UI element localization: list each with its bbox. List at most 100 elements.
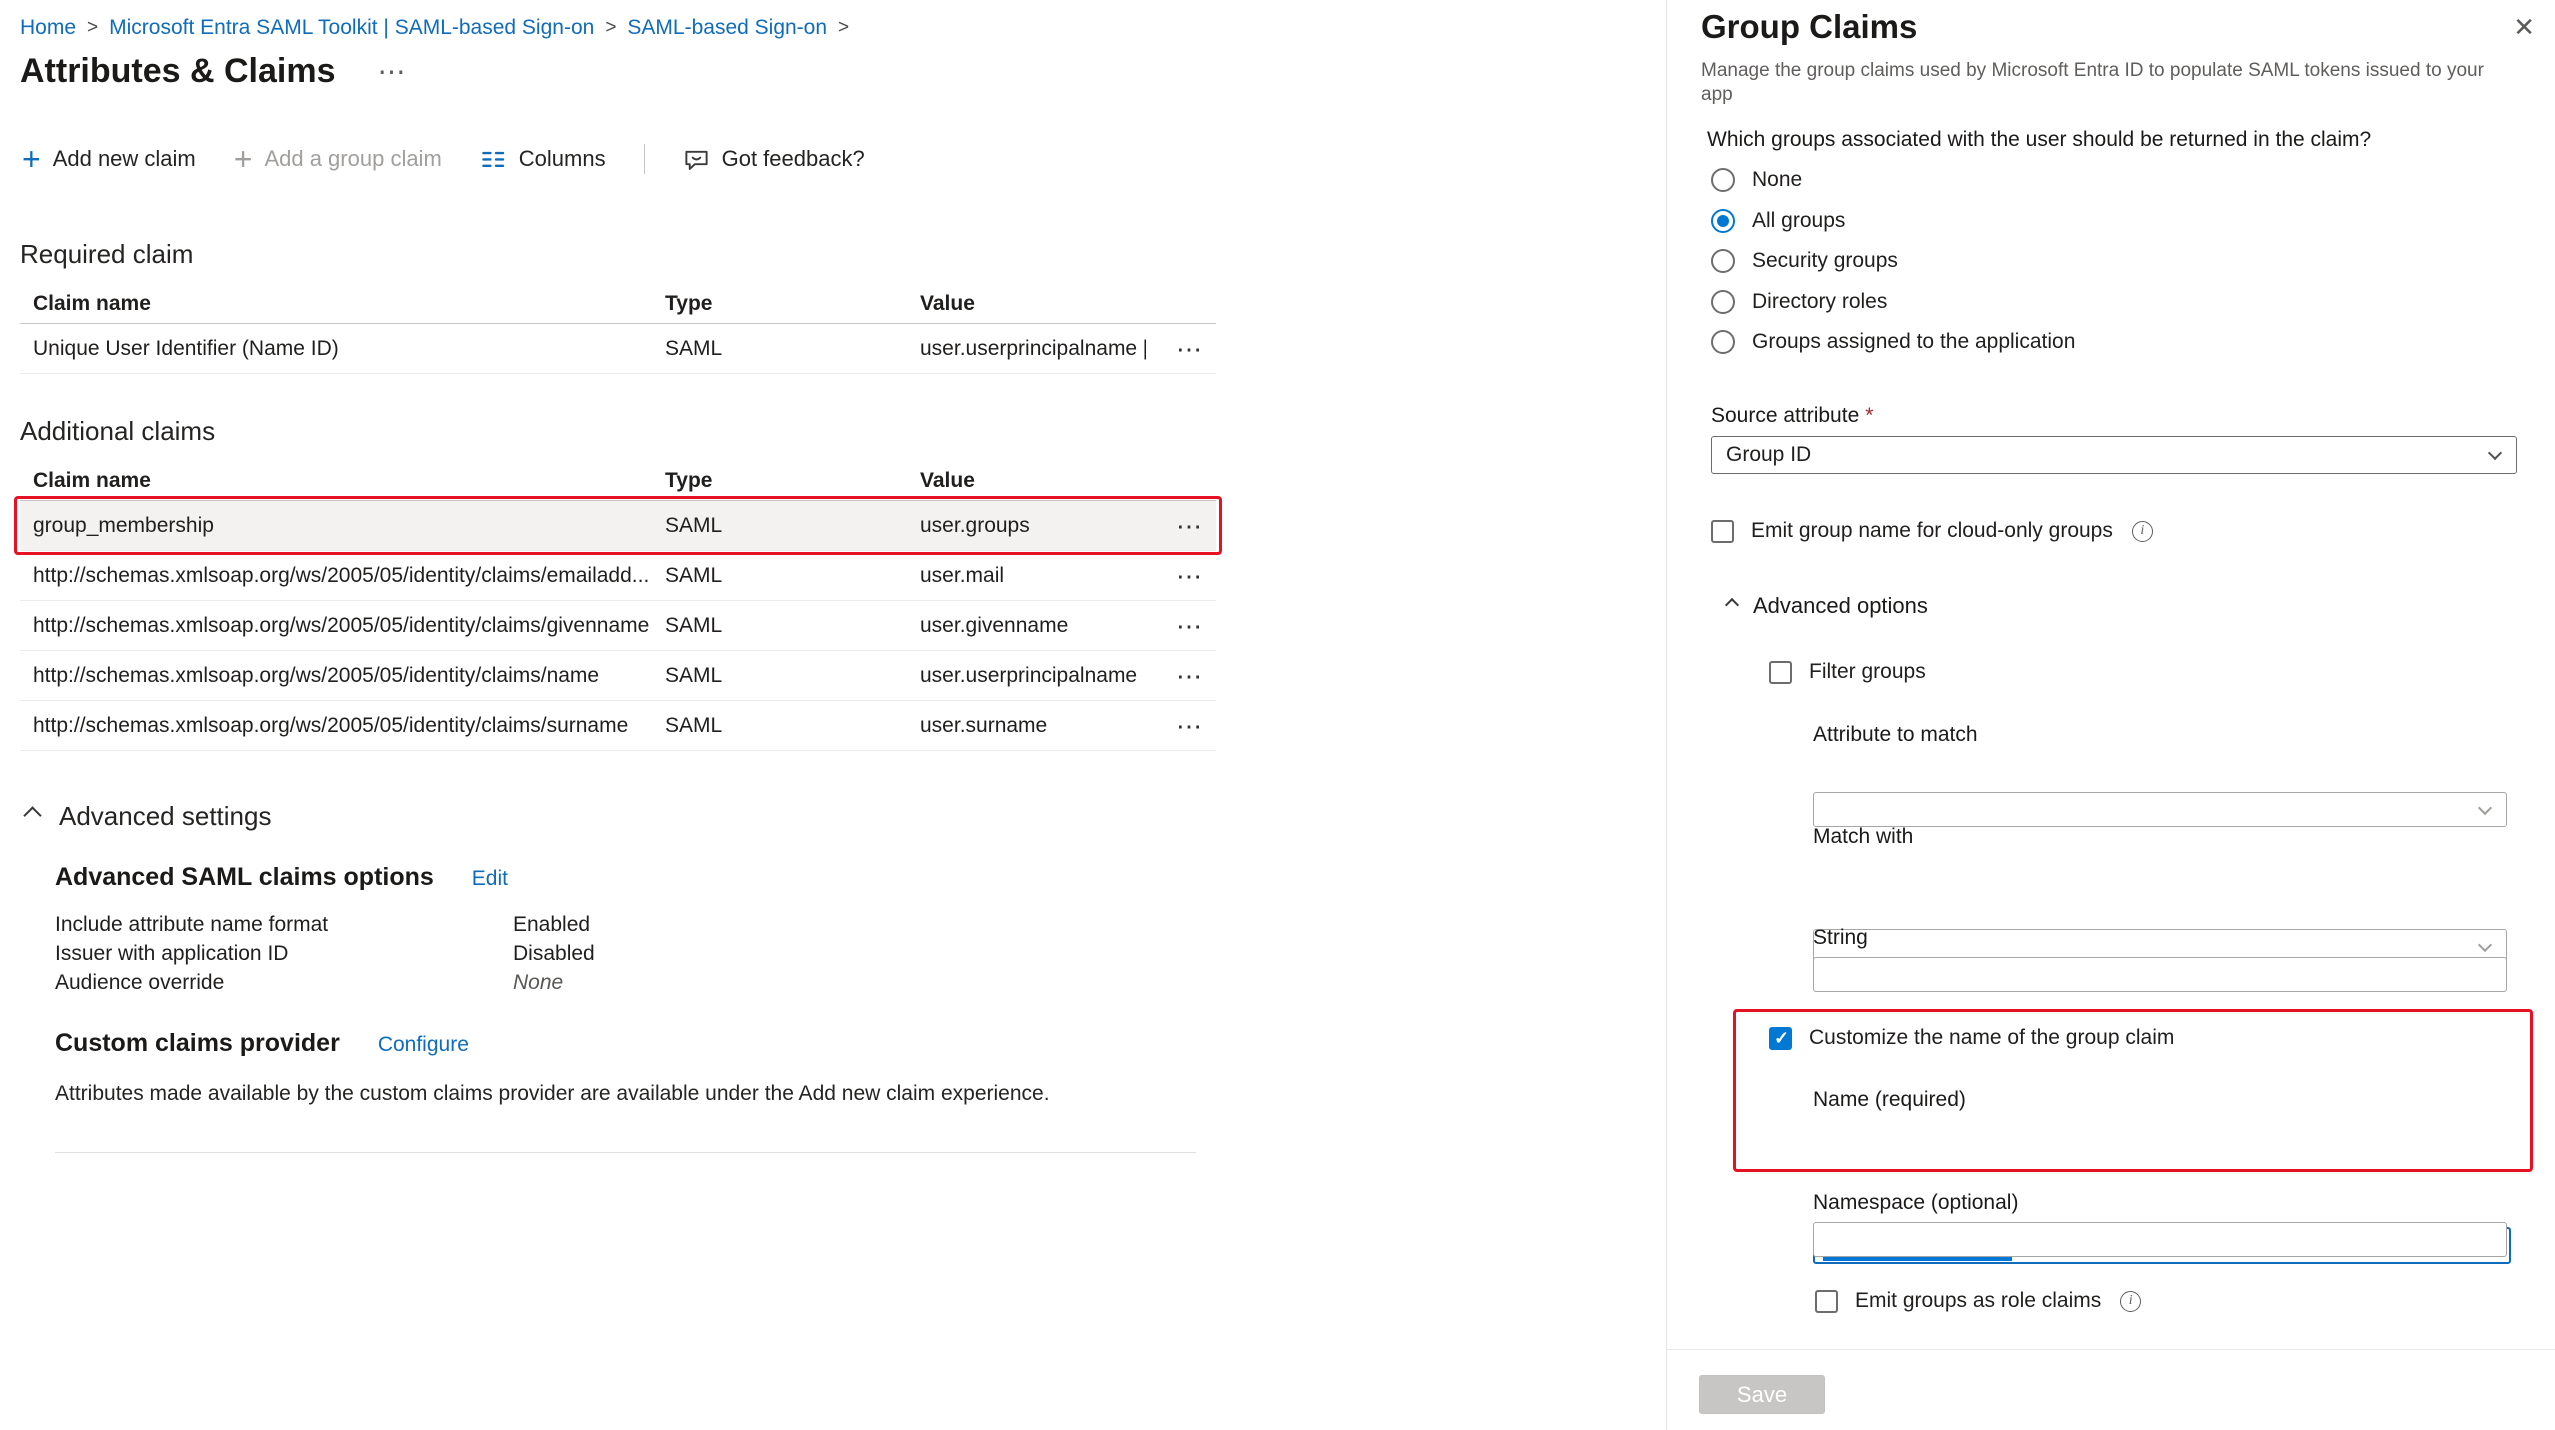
header-type: Type <box>665 292 920 316</box>
kv-label: Issuer with application ID <box>55 939 513 968</box>
custom-claims-description: Attributes made available by the custom … <box>55 1082 1175 1106</box>
feedback-button[interactable]: Got feedback? <box>683 146 865 173</box>
table-row[interactable]: Unique User Identifier (Name ID) SAML us… <box>20 324 1216 374</box>
checkbox-icon <box>1769 661 1792 684</box>
close-icon[interactable] <box>2513 14 2535 40</box>
columns-label: Columns <box>519 146 606 172</box>
radio-option-groups-assigned[interactable]: Groups assigned to the application <box>1711 330 2075 354</box>
save-button[interactable]: Save <box>1699 1375 1825 1414</box>
table-row[interactable]: http://schemas.xmlsoap.org/ws/2005/05/id… <box>20 701 1216 751</box>
radio-option-all-groups[interactable]: All groups <box>1711 209 1845 233</box>
attribute-to-match-dropdown[interactable] <box>1813 792 2507 827</box>
cell-claim-name: http://schemas.xmlsoap.org/ws/2005/05/id… <box>20 564 665 588</box>
title-row: Attributes & Claims <box>20 52 1665 91</box>
emit-group-name-checkbox-row[interactable]: Emit group name for cloud-only groups <box>1711 519 2153 543</box>
more-options-icon[interactable] <box>378 58 406 86</box>
breadcrumb-separator: > <box>838 17 849 39</box>
string-input[interactable] <box>1813 957 2507 992</box>
configure-link[interactable]: Configure <box>378 1033 469 1057</box>
cell-type: SAML <box>665 514 920 538</box>
emit-roles-checkbox-row[interactable]: Emit groups as role claims <box>1815 1289 2141 1313</box>
columns-button[interactable]: Columns <box>480 146 606 173</box>
kv-label: Include attribute name format <box>55 910 513 939</box>
chevron-down-icon <box>2478 800 2492 814</box>
panel-title: Group Claims <box>1701 8 1917 46</box>
breadcrumb-separator: > <box>605 17 616 39</box>
info-icon <box>2132 521 2153 542</box>
cell-value: user.groups <box>920 514 1146 538</box>
radio-selected-icon <box>1711 209 1735 233</box>
row-menu-button[interactable] <box>1176 513 1202 539</box>
row-menu-button[interactable] <box>1176 336 1202 362</box>
radio-label: None <box>1752 168 1802 192</box>
additional-claims-heading: Additional claims <box>20 416 1665 447</box>
breadcrumb-saml-signon[interactable]: SAML-based Sign-on <box>627 16 827 40</box>
radio-option-none[interactable]: None <box>1711 168 1802 192</box>
header-type: Type <box>665 469 920 493</box>
radio-label: Groups assigned to the application <box>1752 330 2075 354</box>
radio-icon <box>1711 249 1735 273</box>
chevron-down-icon <box>2478 937 2492 951</box>
header-value: Value <box>920 292 1146 316</box>
checkbox-checked-icon <box>1769 1027 1792 1050</box>
source-attribute-dropdown[interactable]: Group ID <box>1711 436 2517 474</box>
toolbar-divider <box>644 144 645 174</box>
advanced-settings-toggle[interactable]: Advanced settings <box>26 801 1665 835</box>
cell-value: user.givenname <box>920 614 1146 638</box>
section-divider <box>55 1152 1196 1153</box>
header-claim-name: Claim name <box>20 469 665 493</box>
kv-value: None <box>513 968 563 997</box>
columns-icon <box>480 146 507 173</box>
page-title: Attributes & Claims <box>20 52 336 91</box>
table-row[interactable]: http://schemas.xmlsoap.org/ws/2005/05/id… <box>20 651 1216 701</box>
plus-icon <box>234 145 253 174</box>
cell-claim-name: http://schemas.xmlsoap.org/ws/2005/05/id… <box>20 714 665 738</box>
kv-value: Enabled <box>513 910 590 939</box>
radio-label: All groups <box>1752 209 1845 233</box>
cell-claim-name: Unique User Identifier (Name ID) <box>20 337 665 361</box>
header-value: Value <box>920 469 1146 493</box>
cell-type: SAML <box>665 614 920 638</box>
add-new-claim-button[interactable]: Add new claim <box>22 145 196 174</box>
edit-link[interactable]: Edit <box>472 867 508 891</box>
filter-groups-checkbox-row[interactable]: Filter groups <box>1769 660 1926 684</box>
panel-footer-divider <box>1667 1349 2555 1350</box>
kv-label: Audience override <box>55 968 513 997</box>
breadcrumb: Home > Microsoft Entra SAML Toolkit | SA… <box>0 0 1665 40</box>
row-menu-button[interactable] <box>1176 563 1202 589</box>
cell-value: user.userprincipalname <box>920 664 1146 688</box>
table-row[interactable]: http://schemas.xmlsoap.org/ws/2005/05/id… <box>20 601 1216 651</box>
breadcrumb-saml-toolkit[interactable]: Microsoft Entra SAML Toolkit | SAML-base… <box>109 16 594 40</box>
cell-type: SAML <box>665 714 920 738</box>
table-row-group-membership[interactable]: group_membership SAML user.groups <box>20 501 1216 551</box>
required-claims-table: Claim name Type Value Unique User Identi… <box>20 284 1216 374</box>
advanced-options-toggle[interactable]: Advanced options <box>1727 593 1928 619</box>
advanced-settings-label: Advanced settings <box>59 801 271 832</box>
add-new-claim-label: Add new claim <box>53 146 196 172</box>
breadcrumb-separator: > <box>87 17 98 39</box>
add-group-claim-button[interactable]: Add a group claim <box>234 145 442 174</box>
required-claim-heading: Required claim <box>20 239 1665 270</box>
cell-claim-name: http://schemas.xmlsoap.org/ws/2005/05/id… <box>20 664 665 688</box>
customize-name-checkbox-row[interactable]: Customize the name of the group claim <box>1769 1026 2174 1050</box>
plus-icon <box>22 145 41 174</box>
row-menu-button[interactable] <box>1176 713 1202 739</box>
breadcrumb-home[interactable]: Home <box>20 16 76 40</box>
cell-type: SAML <box>665 664 920 688</box>
info-icon <box>2120 1291 2141 1312</box>
advanced-options-label: Advanced options <box>1753 593 1928 619</box>
match-with-label: Match with <box>1813 825 1913 849</box>
radio-option-security-groups[interactable]: Security groups <box>1711 249 1898 273</box>
row-menu-button[interactable] <box>1176 663 1202 689</box>
radio-option-directory-roles[interactable]: Directory roles <box>1711 290 1887 314</box>
cell-value: user.userprincipalname [... <box>920 337 1146 361</box>
kv-row: Include attribute name format Enabled <box>55 910 1665 939</box>
custom-claims-provider-title: Custom claims provider <box>55 1029 340 1058</box>
checkbox-label: Emit group name for cloud-only groups <box>1751 519 2113 543</box>
required-asterisk: * <box>1865 404 1873 427</box>
table-row[interactable]: http://schemas.xmlsoap.org/ws/2005/05/id… <box>20 551 1216 601</box>
checkbox-label: Emit groups as role claims <box>1855 1289 2101 1313</box>
row-menu-button[interactable] <box>1176 613 1202 639</box>
namespace-input[interactable] <box>1813 1222 2507 1257</box>
radio-label: Directory roles <box>1752 290 1887 314</box>
